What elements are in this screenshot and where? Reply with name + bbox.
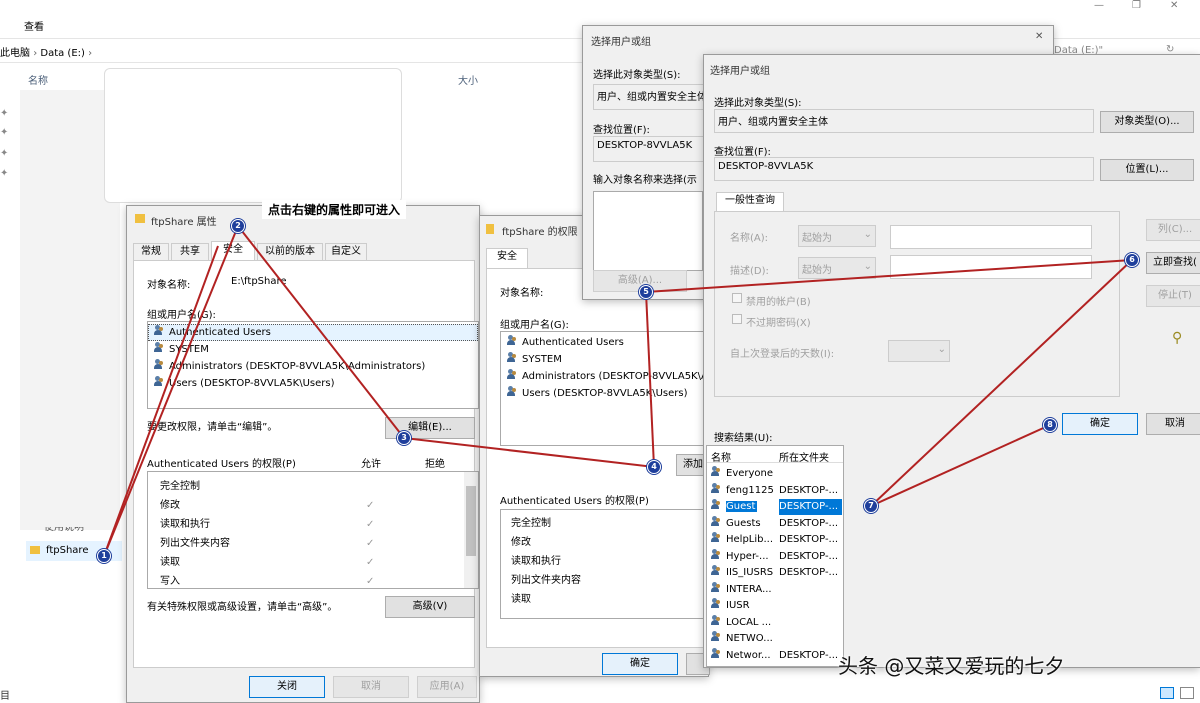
- step-badge-6: 6: [1125, 253, 1139, 267]
- step-badge-1: 1: [97, 549, 111, 563]
- annotation-lines: [103, 225, 1133, 557]
- step-badge-4: 4: [647, 460, 661, 474]
- step-badge-7: 7: [864, 499, 878, 513]
- watermark: 头条 @又菜又爱玩的七夕: [838, 654, 1065, 678]
- step-badge-3: 3: [397, 431, 411, 445]
- step-badge-8: 8: [1043, 418, 1057, 432]
- step-badge-2: 2: [231, 219, 245, 233]
- step-badge-5: 5: [639, 285, 653, 299]
